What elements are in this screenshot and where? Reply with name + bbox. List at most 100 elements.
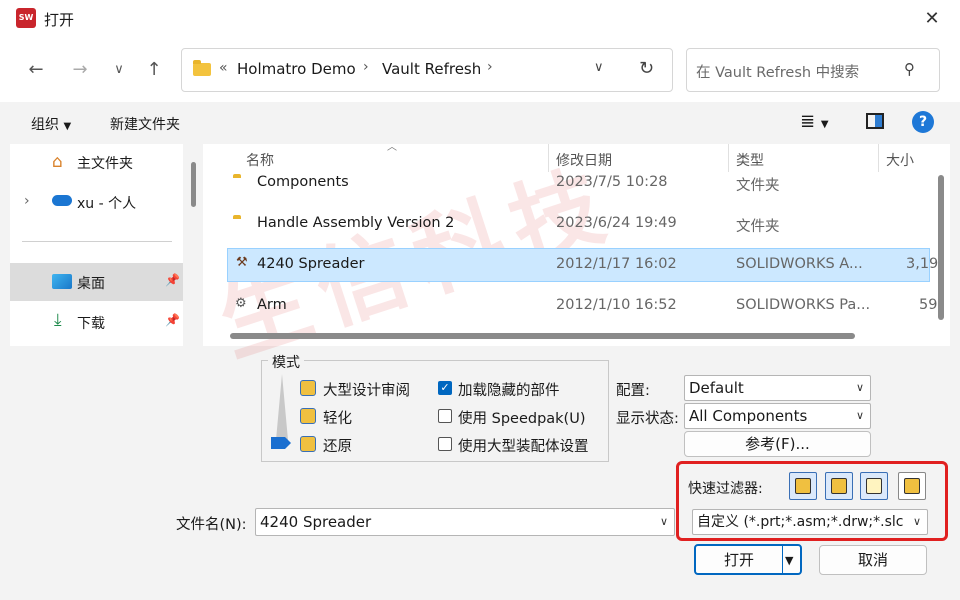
pin-icon[interactable]: 📌 (165, 273, 180, 287)
window-title: 打开 (44, 11, 75, 29)
assembly-filter-icon (831, 478, 847, 494)
file-type-value: 自定义 (*.prt;*.asm;*.drw;*.slc (697, 514, 904, 530)
mode-option-large-design-review[interactable]: 大型设计审阅 (323, 379, 410, 400)
references-button[interactable]: 参考(F)... (684, 431, 871, 457)
vertical-scrollbar[interactable] (938, 175, 944, 320)
mode-option-lightweight[interactable]: 轻化 (323, 407, 352, 428)
lightweight-icon (300, 408, 316, 424)
filename-label: 文件名(N): (176, 517, 247, 533)
large-design-review-icon (300, 380, 316, 396)
caret-down-icon: ▼ (820, 119, 829, 130)
up-button[interactable]: ↑ (139, 55, 169, 85)
search-icon[interactable]: ⚲ (904, 60, 915, 78)
split-divider (782, 546, 783, 573)
sidebar-item-home[interactable]: ⌂ 主文件夹 (10, 144, 183, 182)
cancel-button[interactable]: 取消 (819, 545, 927, 575)
part-filter-icon (795, 478, 811, 494)
breadcrumb-separator-icon[interactable]: › (363, 59, 369, 75)
file-row[interactable]: Handle Assembly Version 2 2023/6/24 19:4… (227, 207, 930, 241)
new-folder-button[interactable]: 新建文件夹 (110, 114, 180, 134)
file-name: Components (257, 174, 349, 190)
sort-ascending-icon: ︿ (387, 142, 397, 153)
filter-assemblies-button[interactable] (825, 472, 853, 500)
large-assembly-settings-checkbox[interactable] (438, 437, 452, 451)
config-select[interactable]: Default ∨ (684, 375, 871, 401)
use-speedpak-label: 使用 Speedpak(U) (458, 411, 586, 427)
file-row[interactable]: ⚙ Arm 2012/1/10 16:52 SOLIDWORKS Pa... 5… (227, 289, 937, 323)
folder-icon (193, 60, 211, 76)
address-dropdown-icon[interactable]: ∨ (594, 60, 604, 75)
filter-drawings-button[interactable] (860, 472, 888, 500)
organize-button[interactable]: 组织 ▼ (31, 114, 71, 134)
quick-filter-label: 快速过滤器: (688, 481, 763, 497)
list-view-icon: ≣ (800, 111, 816, 132)
breadcrumb-item[interactable]: Vault Refresh (382, 60, 481, 78)
chevron-down-icon: ∨ (114, 62, 124, 77)
file-row[interactable]: Components 2023/7/5 10:28 文件夹 (227, 166, 930, 200)
resolved-icon (300, 436, 316, 452)
arrow-left-icon: ← (28, 59, 44, 80)
sidebar-item-label: 桌面 (77, 276, 105, 292)
filter-top-level-button[interactable] (898, 472, 926, 500)
file-type-select[interactable]: 自定义 (*.prt;*.asm;*.drw;*.slc ∨ (692, 509, 928, 535)
horizontal-scrollbar[interactable] (230, 333, 855, 339)
sidebar-item-label: xu - 个人 (77, 196, 137, 212)
pin-icon[interactable]: 📌 (165, 313, 180, 327)
recent-locations-button[interactable]: ∨ (104, 55, 134, 85)
mode-option-resolved[interactable]: 还原 (323, 435, 352, 456)
preview-pane-icon (875, 115, 882, 127)
file-size: 3,19 (906, 256, 939, 272)
open-button[interactable]: 打开 ▼ (694, 544, 802, 575)
file-date: 2012/1/17 16:02 (556, 256, 677, 272)
download-icon: ⤓ (54, 310, 62, 330)
desktop-icon (52, 274, 72, 289)
search-placeholder: 在 Vault Refresh 中搜索 (696, 65, 860, 81)
refresh-icon[interactable]: ↻ (639, 58, 654, 79)
open-options-dropdown-icon[interactable]: ▼ (785, 546, 793, 575)
sidebar-scrollbar[interactable] (191, 162, 196, 207)
chevron-down-icon: ∨ (855, 381, 864, 394)
use-speedpak-checkbox[interactable] (438, 409, 452, 423)
load-hidden-components-checkbox[interactable]: ✓ (438, 381, 452, 395)
close-button[interactable]: ✕ (912, 4, 952, 34)
chevron-down-icon: ∨ (909, 510, 921, 534)
solidworks-logo-icon: SW (16, 8, 36, 28)
display-state-label: 显示状态: (616, 411, 679, 427)
file-date: 2023/7/5 10:28 (556, 174, 668, 190)
arrow-right-icon: → (72, 59, 88, 80)
back-button[interactable]: ← (21, 55, 51, 85)
sidebar-item-label: 主文件夹 (77, 156, 133, 172)
view-options-button[interactable]: ≣ ▼ (800, 111, 829, 132)
filter-parts-button[interactable] (789, 472, 817, 500)
help-button[interactable]: ? (912, 111, 934, 133)
file-name: Handle Assembly Version 2 (257, 215, 455, 231)
checkmark-icon: ✓ (440, 381, 450, 394)
sidebar-item-onedrive[interactable]: › xu - 个人 (10, 184, 183, 222)
large-assembly-settings-label: 使用大型装配体设置 (458, 439, 589, 455)
sidebar-divider (22, 241, 172, 242)
overflow-chevron-icon[interactable]: « (219, 60, 228, 76)
sidebar-item-downloads[interactable]: ⤓ 下载 📌 (10, 303, 183, 341)
chevron-down-icon: ∨ (659, 515, 668, 528)
arrow-up-icon: ↑ (146, 59, 162, 80)
mode-group-title: 模式 (268, 352, 304, 372)
forward-button[interactable]: → (65, 55, 95, 85)
breadcrumb-separator-icon[interactable]: › (487, 59, 493, 75)
caret-down-icon: ▼ (63, 121, 72, 132)
drawing-filter-icon (866, 478, 882, 494)
breadcrumb-item[interactable]: Holmatro Demo (237, 60, 356, 78)
config-label: 配置: (616, 383, 650, 399)
sidebar-item-desktop[interactable]: 桌面 📌 (10, 263, 183, 301)
preview-pane-button[interactable] (866, 113, 884, 129)
display-state-select[interactable]: All Components ∨ (684, 403, 871, 429)
file-row-selected[interactable]: ⚒ 4240 Spreader 2012/1/17 16:02 SOLIDWOR… (227, 248, 938, 282)
assembly-icon: ⚒ (236, 255, 248, 270)
file-type: 文件夹 (736, 178, 780, 194)
cloud-icon (52, 195, 72, 206)
file-type: SOLIDWORKS A... (736, 256, 863, 272)
filename-input[interactable]: 4240 Spreader ∨ (255, 508, 675, 536)
sidebar-item-label: 下载 (77, 316, 105, 332)
mode-slider-track[interactable] (276, 374, 288, 440)
close-icon: ✕ (924, 8, 940, 29)
config-value: Default (689, 379, 744, 397)
